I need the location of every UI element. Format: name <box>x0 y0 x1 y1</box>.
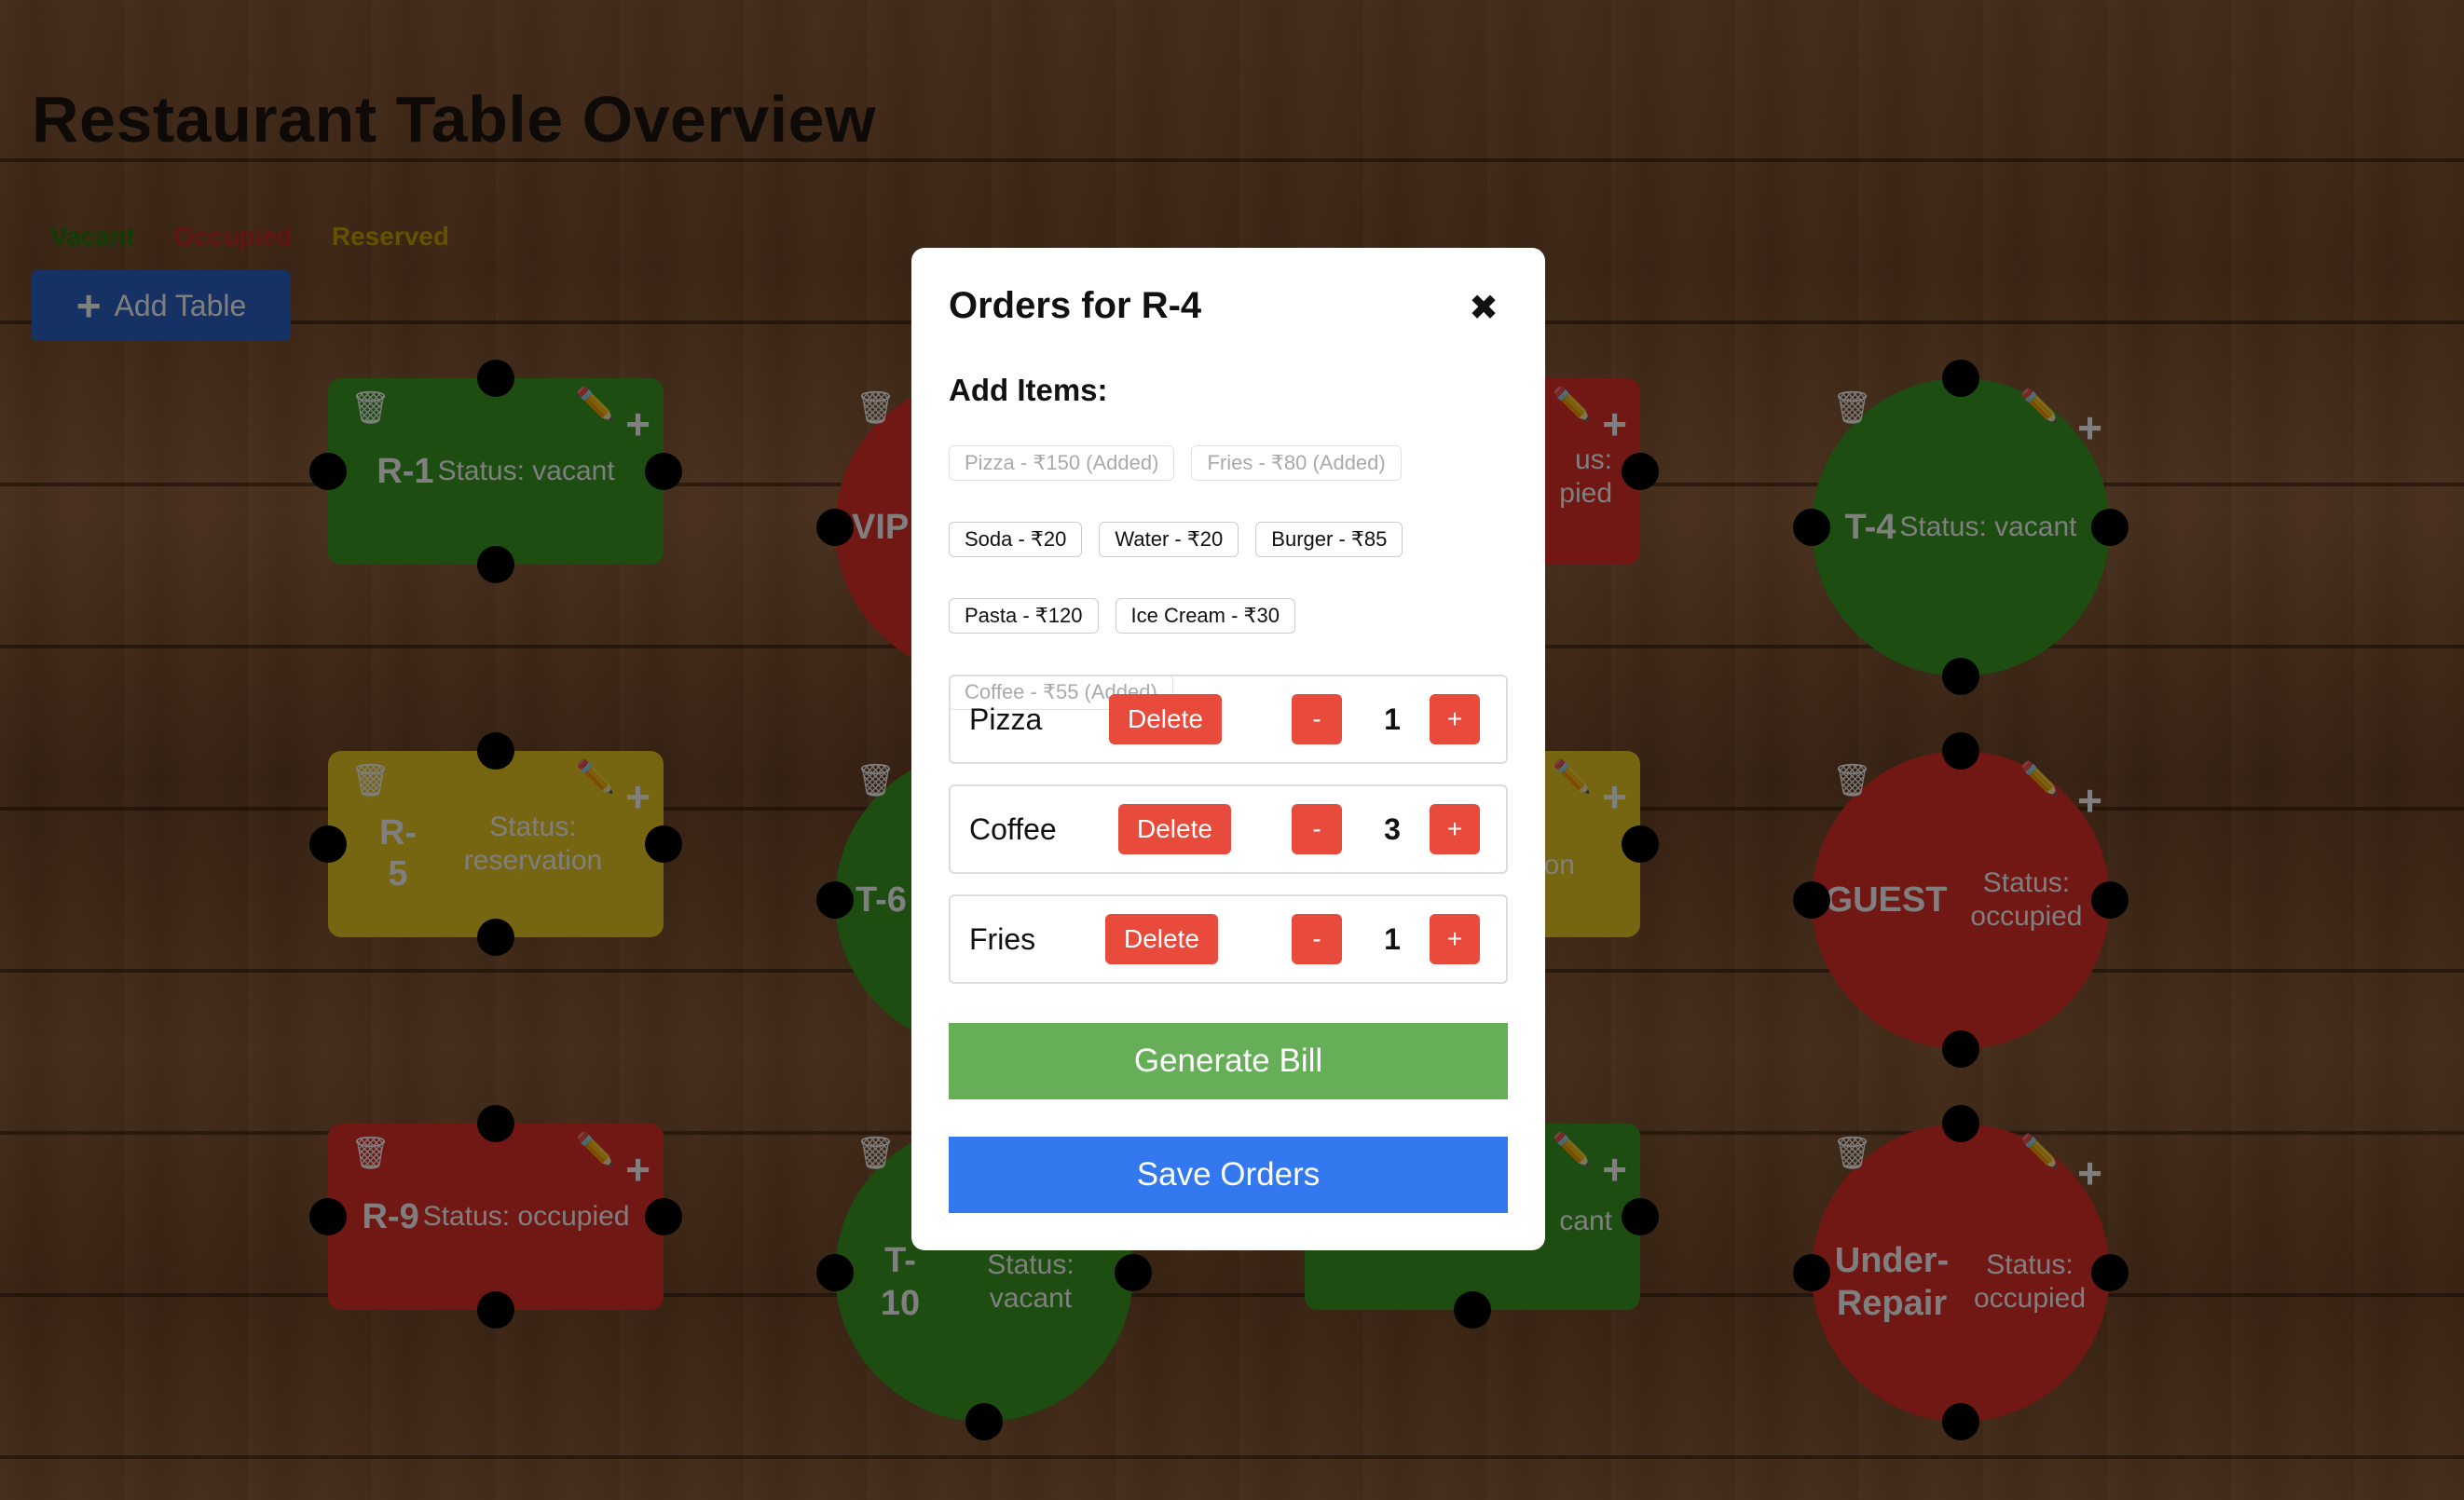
decrement-button[interactable]: - <box>1292 804 1342 854</box>
decrement-button[interactable]: - <box>1292 914 1342 964</box>
menu-item-list: Pizza - ₹150 (Added) Fries - ₹80 (Added)… <box>949 445 1508 710</box>
order-list: Pizza Delete - 1 + Coffee Delete - 3 + F… <box>949 675 1508 1004</box>
order-item-name: Coffee <box>969 811 1057 846</box>
menu-item-chip[interactable]: Ice Cream - ₹30 <box>1115 598 1296 634</box>
menu-item-chip[interactable]: Water - ₹20 <box>1099 522 1239 557</box>
order-item-name: Fries <box>969 921 1036 956</box>
menu-item-chip[interactable]: Pasta - ₹120 <box>949 598 1099 634</box>
decrement-button[interactable]: - <box>1292 694 1342 744</box>
order-quantity: 1 <box>1384 921 1401 956</box>
order-item-name: Pizza <box>969 702 1043 736</box>
order-row-pizza: Pizza Delete - 1 + <box>949 675 1508 764</box>
generate-bill-button[interactable]: Generate Bill <box>949 1023 1508 1099</box>
orders-modal: Orders for R-4 ✖ Add Items: Pizza - ₹150… <box>911 248 1545 1250</box>
order-row-fries: Fries Delete - 1 + <box>949 894 1508 984</box>
save-orders-button[interactable]: Save Orders <box>949 1137 1508 1213</box>
order-quantity: 1 <box>1384 702 1401 736</box>
order-quantity: 3 <box>1384 811 1401 846</box>
delete-order-button[interactable]: Delete <box>1118 804 1231 854</box>
close-icon[interactable]: ✖ <box>1469 291 1499 326</box>
menu-item-chip[interactable]: Burger - ₹85 <box>1255 522 1403 557</box>
increment-button[interactable]: + <box>1430 914 1480 964</box>
delete-order-button[interactable]: Delete <box>1105 914 1218 964</box>
order-row-coffee: Coffee Delete - 3 + <box>949 784 1508 874</box>
delete-order-button[interactable]: Delete <box>1109 694 1222 744</box>
increment-button[interactable]: + <box>1430 694 1480 744</box>
modal-title: Orders for R-4 <box>949 285 1202 326</box>
increment-button[interactable]: + <box>1430 804 1480 854</box>
menu-item-chip[interactable]: Fries - ₹80 (Added) <box>1191 445 1402 481</box>
menu-item-chip[interactable]: Soda - ₹20 <box>949 522 1083 557</box>
add-items-label: Add Items: <box>949 373 1108 407</box>
menu-item-chip[interactable]: Pizza - ₹150 (Added) <box>949 445 1175 481</box>
